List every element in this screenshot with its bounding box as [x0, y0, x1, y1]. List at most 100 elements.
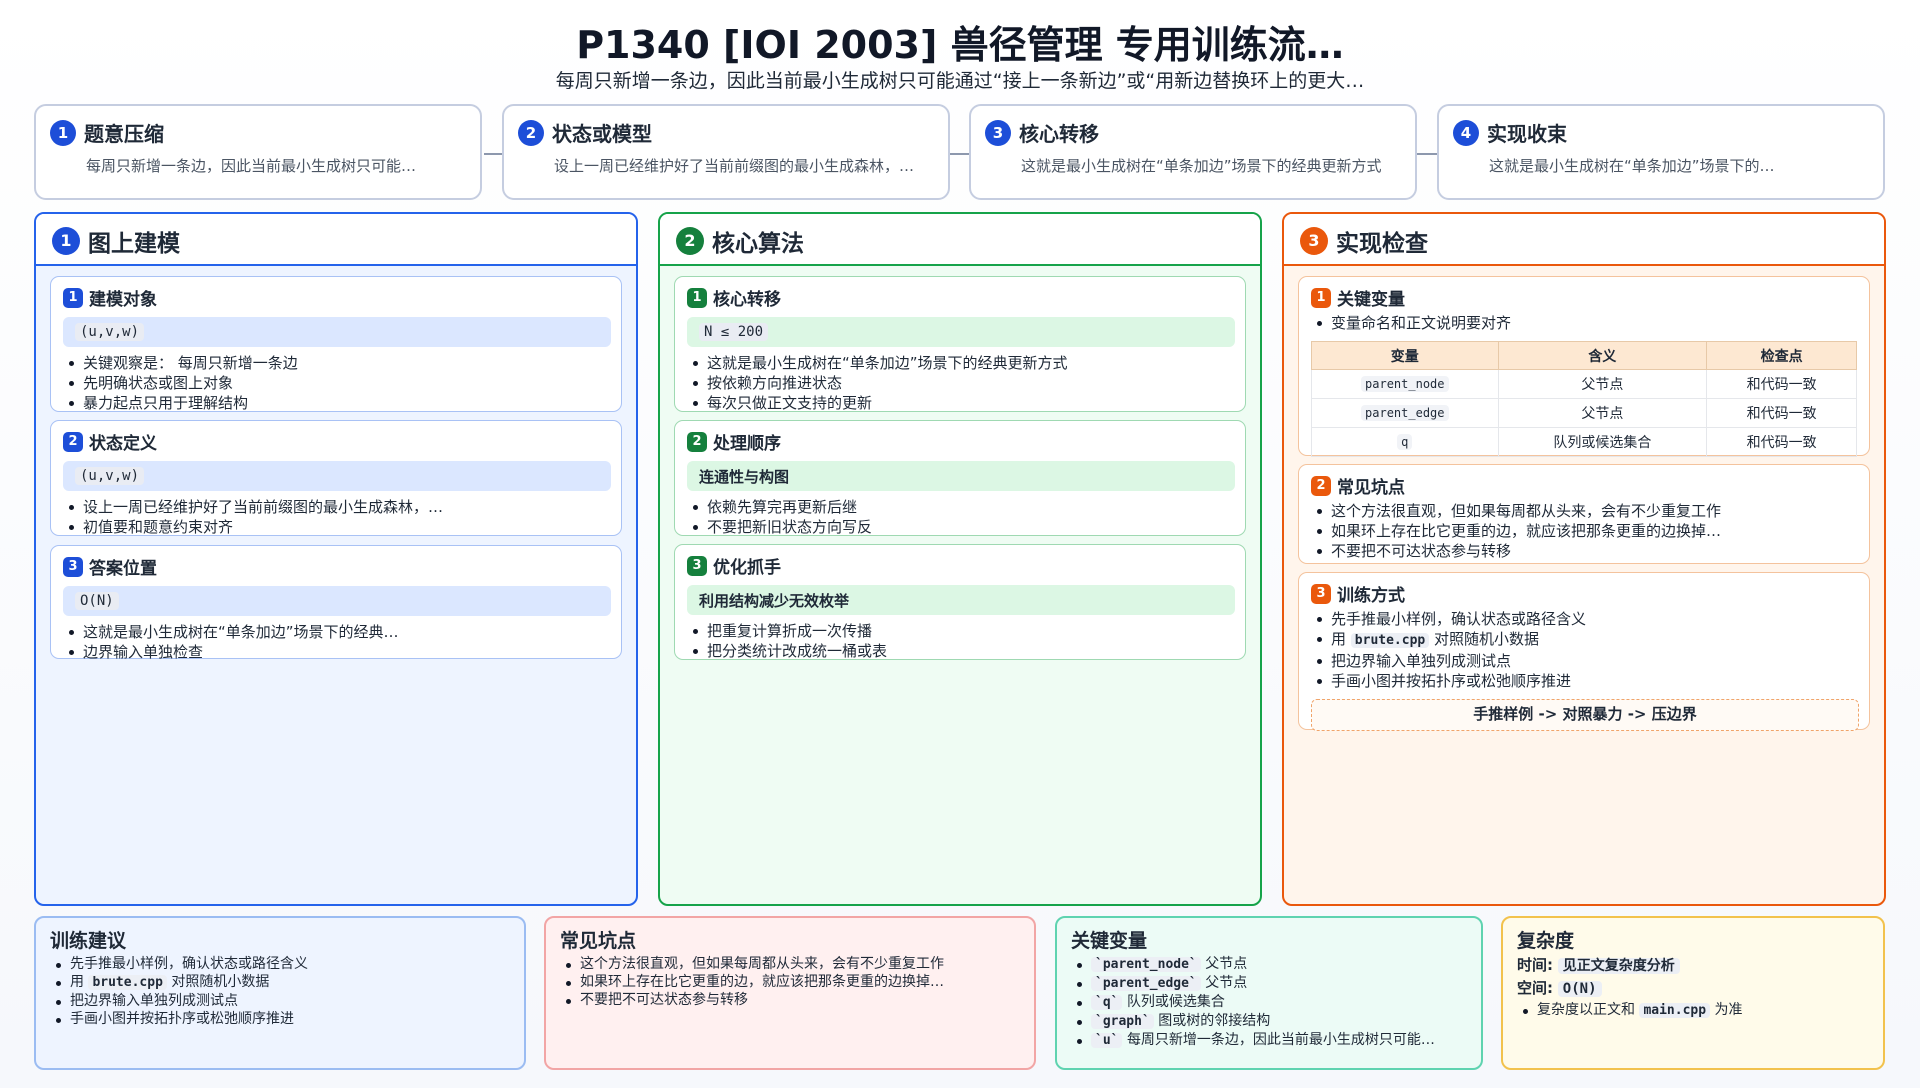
highlight-chip: 连通性与构图 — [687, 461, 1235, 491]
list-item: 把边界输入单独列成测试点 — [1311, 651, 1859, 671]
table-header-row: 变量 含义 检查点 — [1311, 341, 1857, 370]
list-item: 变量命名和正文说明要对齐 — [1311, 313, 1859, 333]
bullet-list: 把重复计算折成一次传播 把分类统计改成统一桶或表 — [687, 621, 1235, 661]
list-item: `q` 队列或候选集合 — [1071, 993, 1467, 1012]
column-header: 3 实现检查 — [1284, 214, 1884, 266]
column-number: 1 — [52, 227, 80, 255]
variable-code: parent_edge — [1361, 405, 1449, 421]
bullet-list: 这个方法很直观，但如果每周都从头来，会有不少重复工作 如果环上存在比它更重的边，… — [1311, 501, 1859, 561]
box-complexity: 复杂度 时间: 见正文复杂度分析 空间: O(N) 复杂度以正文和 main.c… — [1501, 916, 1885, 1070]
list-item: 把边界输入单独列成测试点 — [50, 992, 510, 1010]
table-cell: 和代码一致 — [1706, 369, 1857, 399]
step-title: 实现收束 — [1487, 122, 1567, 146]
list-item: 复杂度以正文和 main.cpp 为准 — [1517, 1001, 1869, 1020]
page-subtitle: 每周只新增一条边，因此当前最小生成树只可能通过“接上一条新边”或“用新边替换环上… — [555, 70, 1365, 92]
item-text: 父节点 — [1205, 975, 1248, 991]
bullet-list: 这个方法很直观，但如果每周都从头来，会有不少重复工作 如果环上存在比它更重的边，… — [560, 955, 1020, 1009]
card-answer-position: 3 答案位置 O(N) 这就是最小生成树在“单条加边”场景下的经典… 边界输入单独… — [50, 545, 622, 662]
box-common-pitfalls: 常见坑点 这个方法很直观，但如果每周都从头来，会有不少重复工作 如果环上存在比它… — [544, 916, 1036, 1070]
list-item: 把重复计算折成一次传播 — [687, 621, 1235, 641]
item-prefix: 用 — [70, 974, 84, 990]
card-pitfalls: 2 常见坑点 这个方法很直观，但如果每周都从头来，会有不少重复工作 如果环上存在比… — [1298, 464, 1870, 564]
step-number: 1 — [50, 119, 76, 146]
variables-table: 变量 含义 检查点 parent_node 父节点 和代码一致 parent_e… — [1311, 341, 1857, 457]
inline-code: `u` — [1091, 1033, 1123, 1048]
card-state-definition: 2 状态定义 (u,v,w) 设上一周已经维护好了当前前缀图的最小生成森林，… 初… — [50, 420, 622, 536]
card-number: 1 — [1311, 287, 1331, 308]
step-title: 状态或模型 — [552, 122, 652, 146]
card-title: 处理顺序 — [713, 434, 781, 454]
item-suffix: 对照随机小数据 — [171, 974, 270, 990]
column-core-algorithm: 2 核心算法 1 核心转移 N ≤ 200 这就是最小生成树在“单条加边”场景下的经… — [658, 212, 1262, 906]
card-title: 状态定义 — [89, 434, 157, 454]
bullet-list: 这就是最小生成树在“单条加边”场景下的经典… 边界输入单独检查 — [63, 622, 611, 662]
card-training-method: 3 训练方式 先手推最小样例，确认状态或路径含义 用 brute.cpp 对照随机… — [1298, 572, 1870, 731]
box-key-variables: 关键变量 `parent_node` 父节点 `parent_edge` 父节点… — [1055, 916, 1483, 1070]
list-item: 手画小图并按拓扑序或松弛顺序推进 — [50, 1010, 510, 1028]
list-item: 暴力起点只用于理解结构 — [63, 393, 611, 413]
card-number: 3 — [63, 556, 83, 577]
column-header: 2 核心算法 — [660, 214, 1260, 266]
item-text: 队列或候选集合 — [1126, 994, 1225, 1010]
item-text: 父节点 — [1205, 956, 1248, 972]
list-item: 把分类统计改成统一桶或表 — [687, 641, 1235, 661]
bullet-list: 设上一周已经维护好了当前前缀图的最小生成森林，… 初值要和题意约束对齐 — [63, 497, 611, 537]
item-suffix: 对照随机小数据 — [1434, 630, 1540, 648]
table-cell: 父节点 — [1497, 398, 1708, 428]
column-title: 图上建模 — [88, 231, 180, 257]
card-title: 答案位置 — [89, 559, 157, 579]
column-number: 2 — [676, 227, 704, 255]
space-value: O(N) — [1557, 981, 1602, 997]
card-number: 2 — [1311, 475, 1331, 496]
table-cell: parent_edge — [1311, 398, 1499, 428]
code-text: O(N) — [75, 592, 119, 610]
workflow-summary: 手推样例 -> 对照暴力 -> 压边界 — [1311, 699, 1859, 731]
step-connector — [1417, 153, 1437, 155]
list-item: 用 brute.cpp 对照随机小数据 — [1311, 629, 1859, 651]
list-item: `parent_node` 父节点 — [1071, 955, 1467, 974]
inline-code: brute.cpp — [88, 975, 167, 990]
item-text: 图或树的邻接结构 — [1158, 1013, 1271, 1029]
code-chip: (u,v,w) — [63, 317, 611, 347]
bullet-list: 复杂度以正文和 main.cpp 为准 — [1517, 1001, 1869, 1020]
step-1: 1 题意压缩 每周只新增一条边，因此当前最小生成树只可能… — [34, 104, 482, 200]
step-connector — [484, 153, 504, 155]
list-item: 用 brute.cpp 对照随机小数据 — [50, 973, 510, 992]
step-number: 3 — [985, 119, 1011, 146]
highlight-chip: 利用结构减少无效枚举 — [687, 585, 1235, 615]
card-title: 训练方式 — [1337, 586, 1405, 606]
code-text: (u,v,w) — [75, 323, 145, 341]
card-title: 核心转移 — [713, 290, 781, 310]
card-core-transition: 1 核心转移 N ≤ 200 这就是最小生成树在“单条加边”场景下的经典更新方式 … — [674, 276, 1246, 412]
list-item: 每次只做正文支持的更新 — [687, 393, 1235, 413]
list-item: 先明确状态或图上对象 — [63, 373, 611, 393]
table-cell: 父节点 — [1497, 369, 1708, 399]
step-3: 3 核心转移 这就是最小生成树在“单条加边”场景下的经典更新方式 — [969, 104, 1417, 200]
box-title: 常见坑点 — [560, 930, 637, 952]
box-title: 关键变量 — [1071, 930, 1148, 952]
list-item: `graph` 图或树的邻接结构 — [1071, 1012, 1467, 1031]
table-cell: 队列或候选集合 — [1497, 427, 1708, 457]
column-number: 3 — [1300, 227, 1328, 255]
card-number: 1 — [63, 287, 83, 308]
step-title: 核心转移 — [1019, 122, 1099, 146]
card-key-variables: 1 关键变量 变量命名和正文说明要对齐 变量 含义 检查点 parent_node… — [1298, 276, 1870, 457]
step-4: 4 实现收束 这就是最小生成树在“单条加边”场景下的… — [1437, 104, 1885, 200]
list-item: 先手推最小样例，确认状态或路径含义 — [50, 955, 510, 973]
list-item: 不要把不可达状态参与转移 — [560, 991, 1020, 1009]
step-description: 每周只新增一条边，因此当前最小生成树只可能… — [86, 157, 417, 175]
table-header: 含义 — [1497, 341, 1708, 370]
column-implementation-check: 3 实现检查 1 关键变量 变量命名和正文说明要对齐 变量 含义 检查点 paren… — [1282, 212, 1886, 906]
code-text: (u,v,w) — [75, 467, 145, 485]
card-processing-order: 2 处理顺序 连通性与构图 依赖先算完再更新后继 不要把新旧状态方向写反 — [674, 420, 1246, 536]
page-title: P1340 [IOI 2003] 兽径管理 专用训练流… — [576, 23, 1344, 67]
table-row: parent_edge 父节点 和代码一致 — [1311, 398, 1857, 428]
step-number: 2 — [518, 119, 544, 146]
table-row: parent_node 父节点 和代码一致 — [1311, 369, 1857, 399]
table-cell: q — [1311, 427, 1499, 457]
card-title: 常见坑点 — [1337, 478, 1405, 498]
table-header: 检查点 — [1706, 341, 1857, 370]
box-training-advice: 训练建议 先手推最小样例，确认状态或路径含义 用 brute.cpp 对照随机小… — [34, 916, 526, 1070]
item-prefix: 用 — [1331, 630, 1347, 648]
list-item: 这就是最小生成树在“单条加边”场景下的经典更新方式 — [687, 353, 1235, 373]
